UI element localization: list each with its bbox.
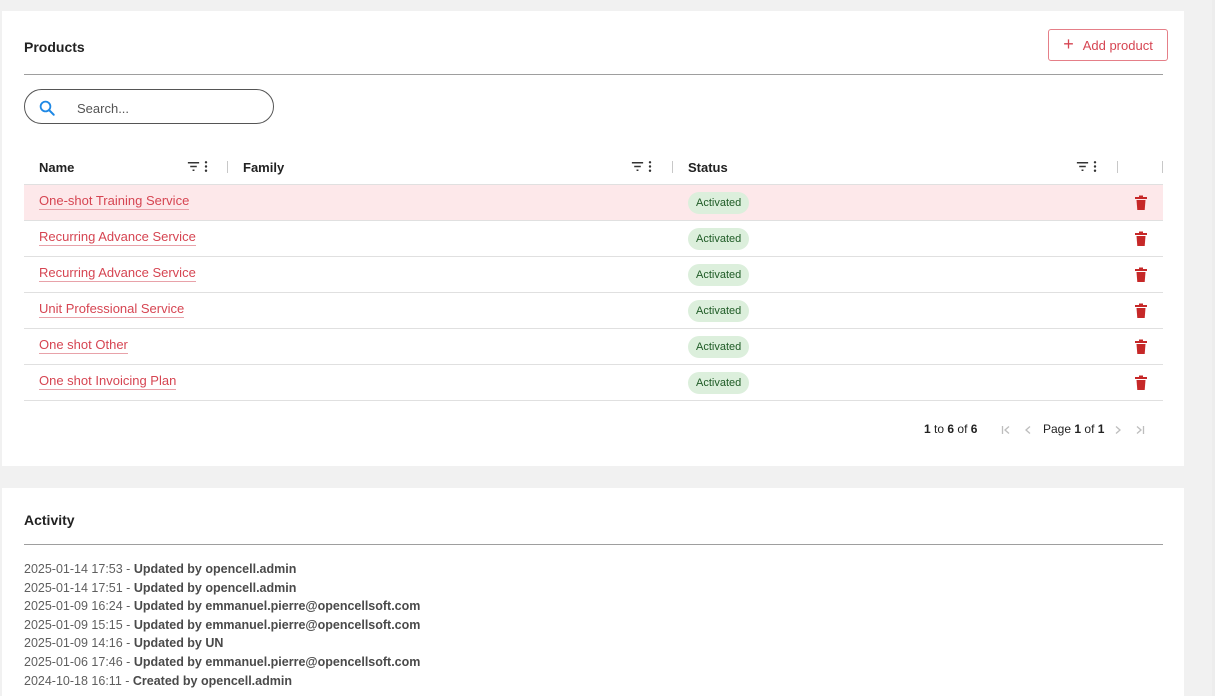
search-box[interactable] — [24, 89, 274, 124]
products-table: Name Family Status One-shot Training Ser… — [24, 151, 1163, 401]
trash-icon[interactable] — [1134, 303, 1148, 319]
last-page-icon[interactable] — [1134, 424, 1146, 436]
filter-icon[interactable] — [1075, 159, 1090, 174]
status-badge: Activated — [688, 192, 750, 214]
table-row[interactable]: One shot Other Activated — [24, 329, 1163, 365]
search-input[interactable] — [75, 96, 264, 120]
status-column-tools — [1075, 159, 1098, 174]
activity-list: 2025-01-14 17:53 - Updated by opencell.a… — [24, 560, 420, 690]
table-row[interactable]: Recurring Advance Service Activated — [24, 257, 1163, 293]
trash-icon[interactable] — [1134, 231, 1148, 247]
products-title: Products — [24, 39, 85, 55]
add-product-button[interactable]: + Add product — [1048, 29, 1168, 61]
filter-icon[interactable] — [630, 159, 645, 174]
filter-icon[interactable] — [186, 159, 201, 174]
name-column-tools — [186, 159, 209, 174]
chevron-left-icon[interactable] — [1022, 424, 1034, 436]
status-badge: Activated — [688, 372, 750, 394]
column-resize-handle[interactable] — [227, 161, 228, 173]
more-vertical-icon[interactable] — [1092, 159, 1098, 174]
table-row[interactable]: Recurring Advance Service Activated — [24, 221, 1163, 257]
activity-entry: 2025-01-09 16:24 - Updated by emmanuel.p… — [24, 599, 421, 614]
first-page-icon[interactable] — [1000, 424, 1012, 436]
product-name-link[interactable]: One shot Invoicing Plan — [39, 374, 177, 390]
column-resize-handle[interactable] — [1162, 161, 1163, 173]
add-product-label: Add product — [1082, 37, 1153, 53]
products-card: Products + Add product Name Family Sta — [2, 11, 1184, 466]
plus-icon: + — [1063, 34, 1074, 54]
activity-divider — [24, 544, 1163, 545]
more-vertical-icon[interactable] — [203, 159, 209, 174]
table-row[interactable]: One-shot Training Service Activated — [24, 185, 1163, 221]
products-divider — [24, 74, 1163, 75]
trash-icon[interactable] — [1134, 339, 1148, 355]
family-column-tools — [630, 159, 653, 174]
activity-entry: 2025-01-09 15:15 - Updated by emmanuel.p… — [24, 617, 421, 632]
pagination-page: Page 1 of 1 — [1043, 422, 1105, 436]
product-name-link[interactable]: Recurring Advance Service — [39, 266, 196, 282]
product-name-link[interactable]: Unit Professional Service — [39, 302, 185, 318]
status-badge: Activated — [688, 264, 750, 286]
column-header-family[interactable]: Family — [243, 151, 284, 184]
table-header: Name Family Status — [24, 151, 1163, 185]
pagination-range: 1 to 6 of 6 — [924, 422, 978, 436]
pagination: 1 to 6 of 6 Page 1 of 1 — [2, 421, 1184, 441]
table-row[interactable]: One shot Invoicing Plan Activated — [24, 365, 1163, 401]
activity-entry: 2025-01-09 14:16 - Updated by UN — [24, 636, 224, 651]
search-icon — [39, 100, 55, 116]
column-resize-handle[interactable] — [1117, 161, 1118, 173]
chevron-right-icon[interactable] — [1112, 424, 1124, 436]
activity-card: Activity 2025-01-14 17:53 - Updated by o… — [2, 488, 1184, 696]
product-name-link[interactable]: Recurring Advance Service — [39, 230, 196, 246]
status-badge: Activated — [688, 300, 750, 322]
status-badge: Activated — [688, 336, 750, 358]
status-badge: Activated — [688, 228, 750, 250]
activity-entry: 2025-01-14 17:51 - Updated by opencell.a… — [24, 580, 297, 595]
activity-title: Activity — [24, 512, 75, 528]
column-header-status[interactable]: Status — [688, 151, 728, 184]
column-resize-handle[interactable] — [672, 161, 673, 173]
column-header-name[interactable]: Name — [39, 151, 74, 184]
trash-icon[interactable] — [1134, 195, 1148, 211]
activity-entry: 2025-01-14 17:53 - Updated by opencell.a… — [24, 562, 297, 576]
trash-icon[interactable] — [1134, 267, 1148, 283]
product-name-link[interactable]: One-shot Training Service — [39, 194, 190, 210]
more-vertical-icon[interactable] — [647, 159, 653, 174]
activity-entry: 2025-01-06 17:46 - Updated by emmanuel.p… — [24, 654, 421, 669]
product-name-link[interactable]: One shot Other — [39, 338, 128, 354]
activity-entry: 2024-10-18 16:11 - Created by opencell.a… — [24, 673, 292, 688]
table-row[interactable]: Unit Professional Service Activated — [24, 293, 1163, 329]
trash-icon[interactable] — [1134, 375, 1148, 391]
